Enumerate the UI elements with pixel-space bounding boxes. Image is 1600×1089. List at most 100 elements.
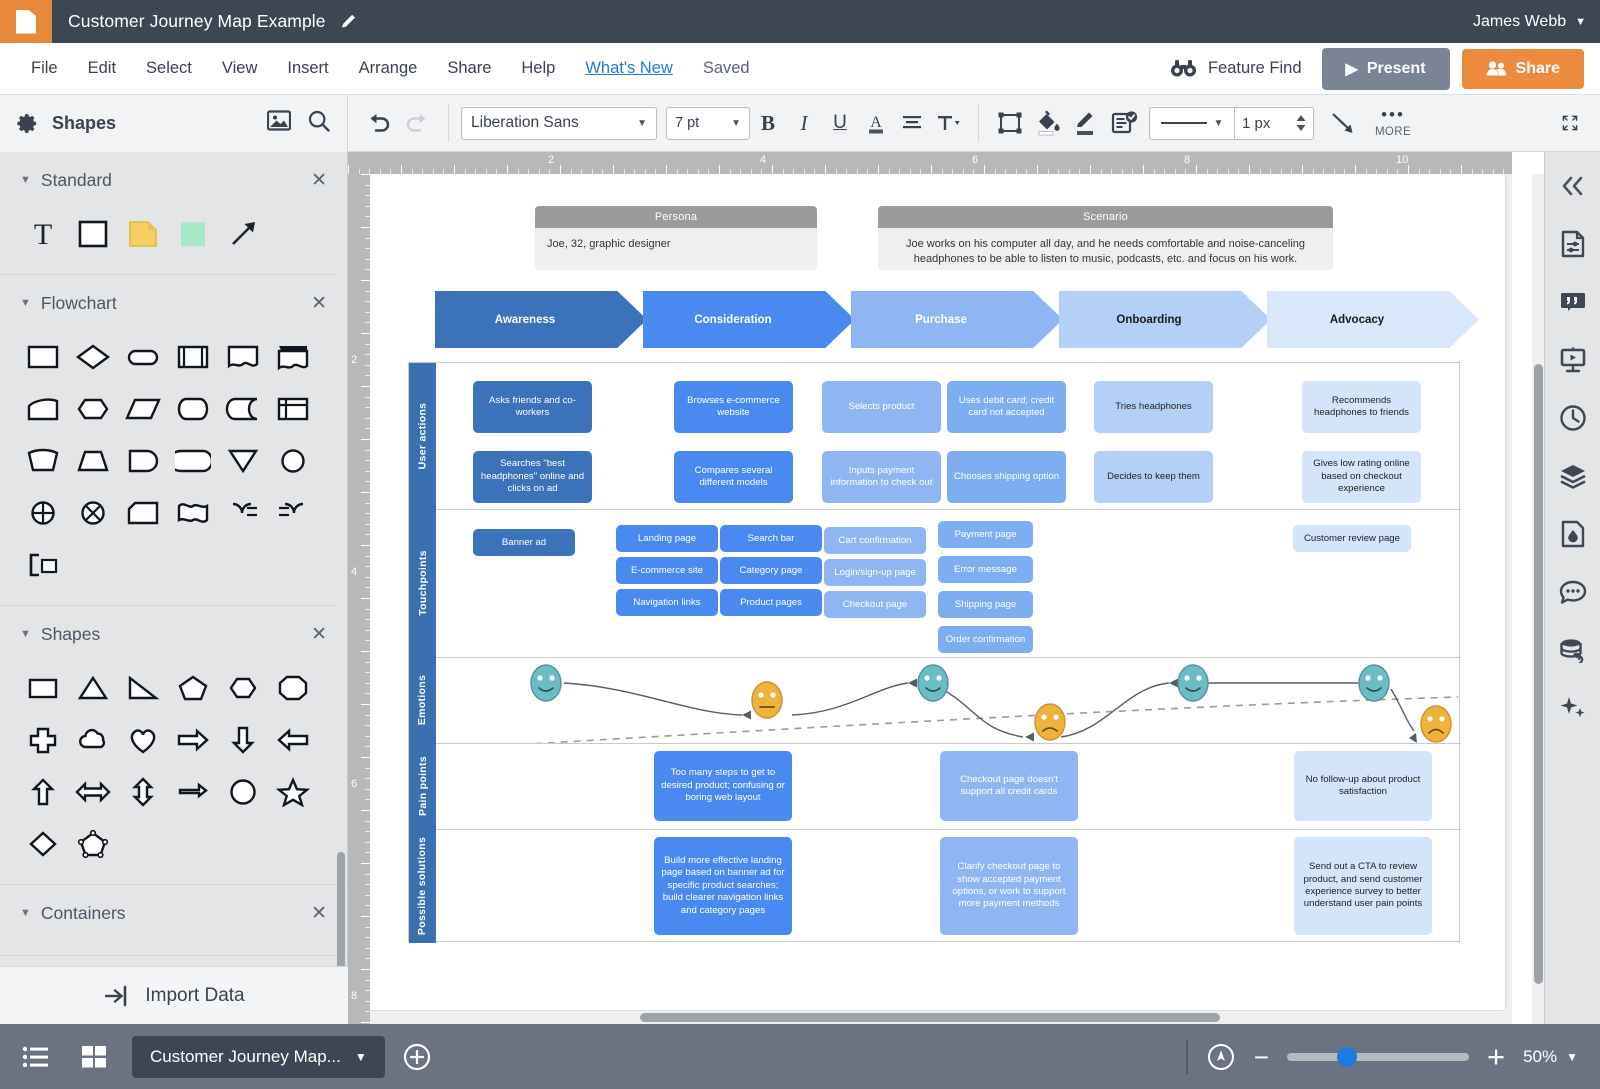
card-shape[interactable] xyxy=(118,487,168,539)
pain-point-card[interactable]: Checkout page doesn't support all credit… xyxy=(940,751,1078,821)
select-shape-button[interactable] xyxy=(991,104,1029,142)
bold-button[interactable]: B xyxy=(750,105,786,141)
triangle-down-icon[interactable]: ▼ xyxy=(20,297,31,309)
preparation-shape[interactable] xyxy=(68,383,118,435)
touchpoint-card[interactable]: Category page xyxy=(720,557,822,584)
user-action-card[interactable]: Recommends headphones to friends xyxy=(1302,381,1421,433)
stepper-arrows-icon[interactable] xyxy=(1296,115,1306,131)
line-color-button[interactable] xyxy=(1067,104,1105,142)
triangle-down-icon[interactable]: ▼ xyxy=(20,628,31,640)
data-link-icon[interactable] xyxy=(1553,630,1593,670)
line-style-select[interactable]: ▼ xyxy=(1150,108,1234,139)
user-action-card[interactable]: Gives low rating online based on checkou… xyxy=(1302,451,1421,503)
menu-item-whats-new[interactable]: What's New xyxy=(572,52,686,85)
punched-tape-shape[interactable] xyxy=(168,487,218,539)
left-arrow-shape[interactable] xyxy=(268,714,318,766)
gear-icon[interactable] xyxy=(16,112,39,135)
touchpoint-card[interactable]: E-commerce site xyxy=(616,557,718,584)
close-icon[interactable]: ✕ xyxy=(311,902,327,925)
triangle-shape[interactable] xyxy=(68,662,118,714)
data-shape[interactable] xyxy=(118,383,168,435)
text-color-button[interactable]: A xyxy=(858,105,894,141)
scenario-card[interactable]: Scenario Joe works on his computer all d… xyxy=(878,206,1333,270)
page-tab[interactable]: Customer Journey Map... ▼ xyxy=(132,1035,385,1078)
document-page[interactable]: Persona Joe, 32, graphic designer Scenar… xyxy=(370,174,1505,1010)
user-action-card[interactable]: Browses e-commerce website xyxy=(674,381,793,433)
callout-arrow-shape[interactable] xyxy=(168,766,218,818)
touchpoint-card[interactable]: Landing page xyxy=(616,525,718,552)
persona-card[interactable]: Persona Joe, 32, graphic designer xyxy=(535,206,817,270)
touchpoint-card[interactable]: Customer review page xyxy=(1293,525,1411,552)
user-action-card[interactable]: Tries headphones xyxy=(1094,381,1213,433)
possible-solution-card[interactable]: Clarify checkout page to show accepted p… xyxy=(940,837,1078,935)
user-action-card[interactable]: Uses debit card; credit card not accepte… xyxy=(947,381,1066,433)
delay-shape[interactable] xyxy=(118,435,168,487)
extract-shape[interactable] xyxy=(218,435,268,487)
pan-tool-icon[interactable] xyxy=(1206,1042,1236,1072)
touchpoint-card[interactable]: Cart confirmation xyxy=(824,527,926,554)
share-button[interactable]: Share xyxy=(1461,48,1584,89)
menu-item-edit[interactable]: Edit xyxy=(75,52,129,85)
octagon-shape[interactable] xyxy=(268,662,318,714)
cloud-shape[interactable] xyxy=(68,714,118,766)
circle-shape[interactable] xyxy=(218,766,268,818)
stage-onboarding[interactable]: Onboarding xyxy=(1059,291,1271,348)
merge-shape[interactable] xyxy=(218,487,268,539)
undo-button[interactable] xyxy=(360,104,398,142)
more-options-button[interactable]: ••• MORE xyxy=(1362,106,1424,138)
bracket-shape[interactable] xyxy=(18,539,68,591)
internal-storage-shape[interactable] xyxy=(268,383,318,435)
arrow-shape[interactable] xyxy=(218,208,268,260)
stage-consideration[interactable]: Consideration xyxy=(643,291,855,348)
connector-shape[interactable] xyxy=(268,435,318,487)
menu-item-insert[interactable]: Insert xyxy=(274,52,341,85)
chat-icon[interactable] xyxy=(1553,572,1593,612)
import-data-button[interactable]: Import Data xyxy=(0,966,348,1024)
list-view-icon[interactable] xyxy=(14,1035,58,1079)
touchpoint-card[interactable]: Navigation links xyxy=(616,589,718,616)
text-options-button[interactable] xyxy=(930,105,966,141)
shapes-panel-scrollbar[interactable] xyxy=(336,152,346,1024)
sticky-note-shape[interactable] xyxy=(168,208,218,260)
revision-history-icon[interactable] xyxy=(1553,398,1593,438)
zoom-slider-knob[interactable] xyxy=(1336,1046,1357,1067)
comments-quote-icon[interactable] xyxy=(1553,282,1593,322)
touchpoint-card[interactable]: Search bar xyxy=(720,525,822,552)
hexagon-shape[interactable] xyxy=(218,662,268,714)
touchpoint-card[interactable]: Order confirmation xyxy=(938,626,1033,653)
collapse-panel-icon[interactable] xyxy=(1553,166,1593,206)
user-action-card[interactable]: Chooses shipping option xyxy=(947,451,1066,503)
scrollbar-thumb[interactable] xyxy=(337,852,345,977)
fill-color-button[interactable] xyxy=(1029,104,1067,142)
text-shape[interactable]: T xyxy=(18,208,68,260)
editable-pentagon-shape[interactable] xyxy=(68,818,118,870)
possible-solution-card[interactable]: Build more effective landing page based … xyxy=(654,837,792,935)
emotion-faces[interactable] xyxy=(436,657,1461,743)
user-action-card[interactable]: Asks friends and co-workers xyxy=(473,381,592,433)
close-icon[interactable]: ✕ xyxy=(311,292,327,315)
user-action-card[interactable]: Compares several different models xyxy=(674,451,793,503)
stage-purchase[interactable]: Purchase xyxy=(851,291,1063,348)
heart-shape[interactable] xyxy=(118,714,168,766)
direct-access-storage-shape[interactable] xyxy=(168,383,218,435)
redo-button[interactable] xyxy=(398,104,436,142)
zoom-out-button[interactable]: − xyxy=(1254,1044,1269,1070)
note-shape[interactable] xyxy=(118,208,168,260)
search-icon[interactable] xyxy=(307,109,331,138)
menu-item-help[interactable]: Help xyxy=(508,52,568,85)
triangle-down-icon[interactable]: ▼ xyxy=(20,907,31,919)
manual-operation-shape[interactable] xyxy=(18,435,68,487)
touchpoint-card[interactable]: Error message xyxy=(938,556,1033,583)
multi-document-shape[interactable] xyxy=(268,331,318,383)
layers-icon[interactable] xyxy=(1553,456,1593,496)
document-shape[interactable] xyxy=(218,331,268,383)
predefined-process-shape[interactable] xyxy=(168,331,218,383)
pain-point-card[interactable]: No follow-up about product satisfaction xyxy=(1294,751,1432,821)
right-arrow-shape[interactable] xyxy=(168,714,218,766)
triangle-down-icon[interactable]: ▼ xyxy=(20,174,31,186)
menu-item-arrange[interactable]: Arrange xyxy=(346,52,431,85)
touchpoint-card[interactable]: Checkout page xyxy=(824,591,926,618)
menu-item-share[interactable]: Share xyxy=(434,52,504,85)
menu-item-file[interactable]: File xyxy=(18,52,71,85)
user-action-card[interactable]: Inputs payment information to check out xyxy=(822,451,941,503)
